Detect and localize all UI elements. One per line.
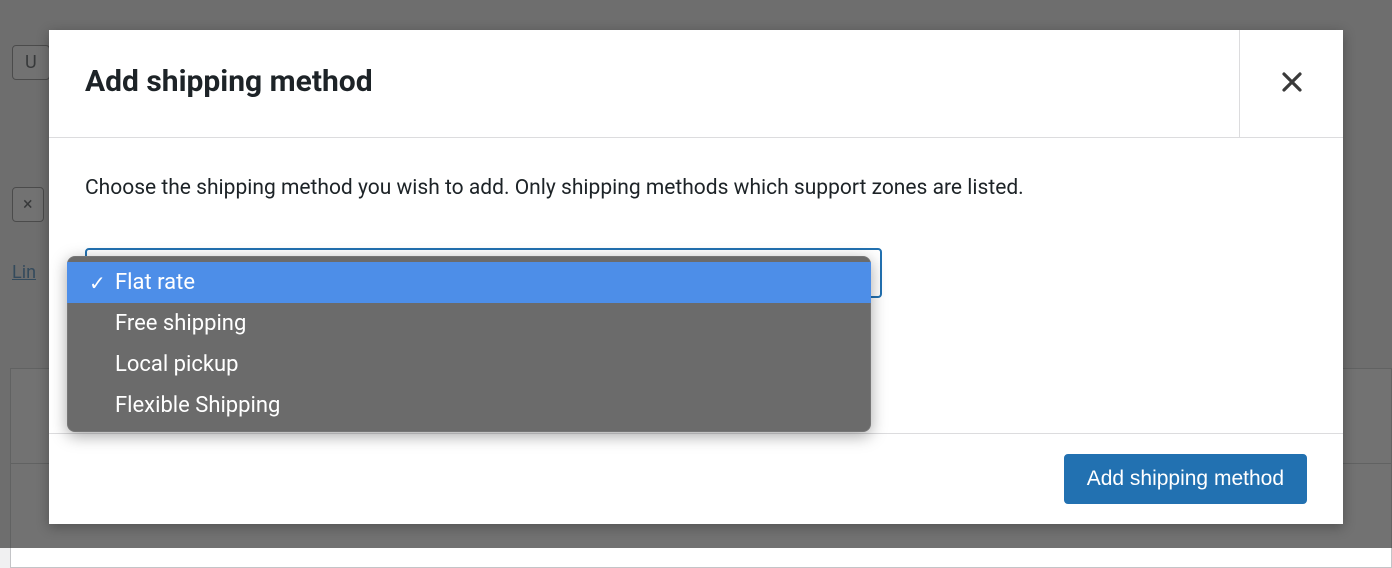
modal-description: Choose the shipping method you wish to a… xyxy=(85,176,1307,200)
dropdown-option-label: Free shipping xyxy=(115,311,246,336)
dropdown-option-flexible-shipping[interactable]: Flexible Shipping xyxy=(67,385,871,426)
dropdown-option-label: Local pickup xyxy=(115,352,239,377)
dropdown-option-label: Flat rate xyxy=(115,270,195,295)
add-shipping-method-modal: Add shipping method Choose the shipping … xyxy=(49,30,1343,524)
close-icon xyxy=(1281,66,1303,101)
dropdown-option-flat-rate[interactable]: ✓ Flat rate xyxy=(67,262,871,303)
modal-body: Choose the shipping method you wish to a… xyxy=(49,138,1343,433)
close-button[interactable] xyxy=(1239,30,1343,137)
shipping-method-dropdown: ✓ Flat rate Free shipping Local pickup F… xyxy=(67,256,871,432)
dropdown-option-free-shipping[interactable]: Free shipping xyxy=(67,303,871,344)
modal-title: Add shipping method xyxy=(49,30,409,137)
dropdown-option-label: Flexible Shipping xyxy=(115,393,280,418)
dropdown-option-local-pickup[interactable]: Local pickup xyxy=(67,344,871,385)
modal-header: Add shipping method xyxy=(49,30,1343,138)
check-icon: ✓ xyxy=(89,271,115,295)
add-shipping-method-button[interactable]: Add shipping method xyxy=(1064,454,1307,504)
modal-footer: Add shipping method xyxy=(49,433,1343,524)
